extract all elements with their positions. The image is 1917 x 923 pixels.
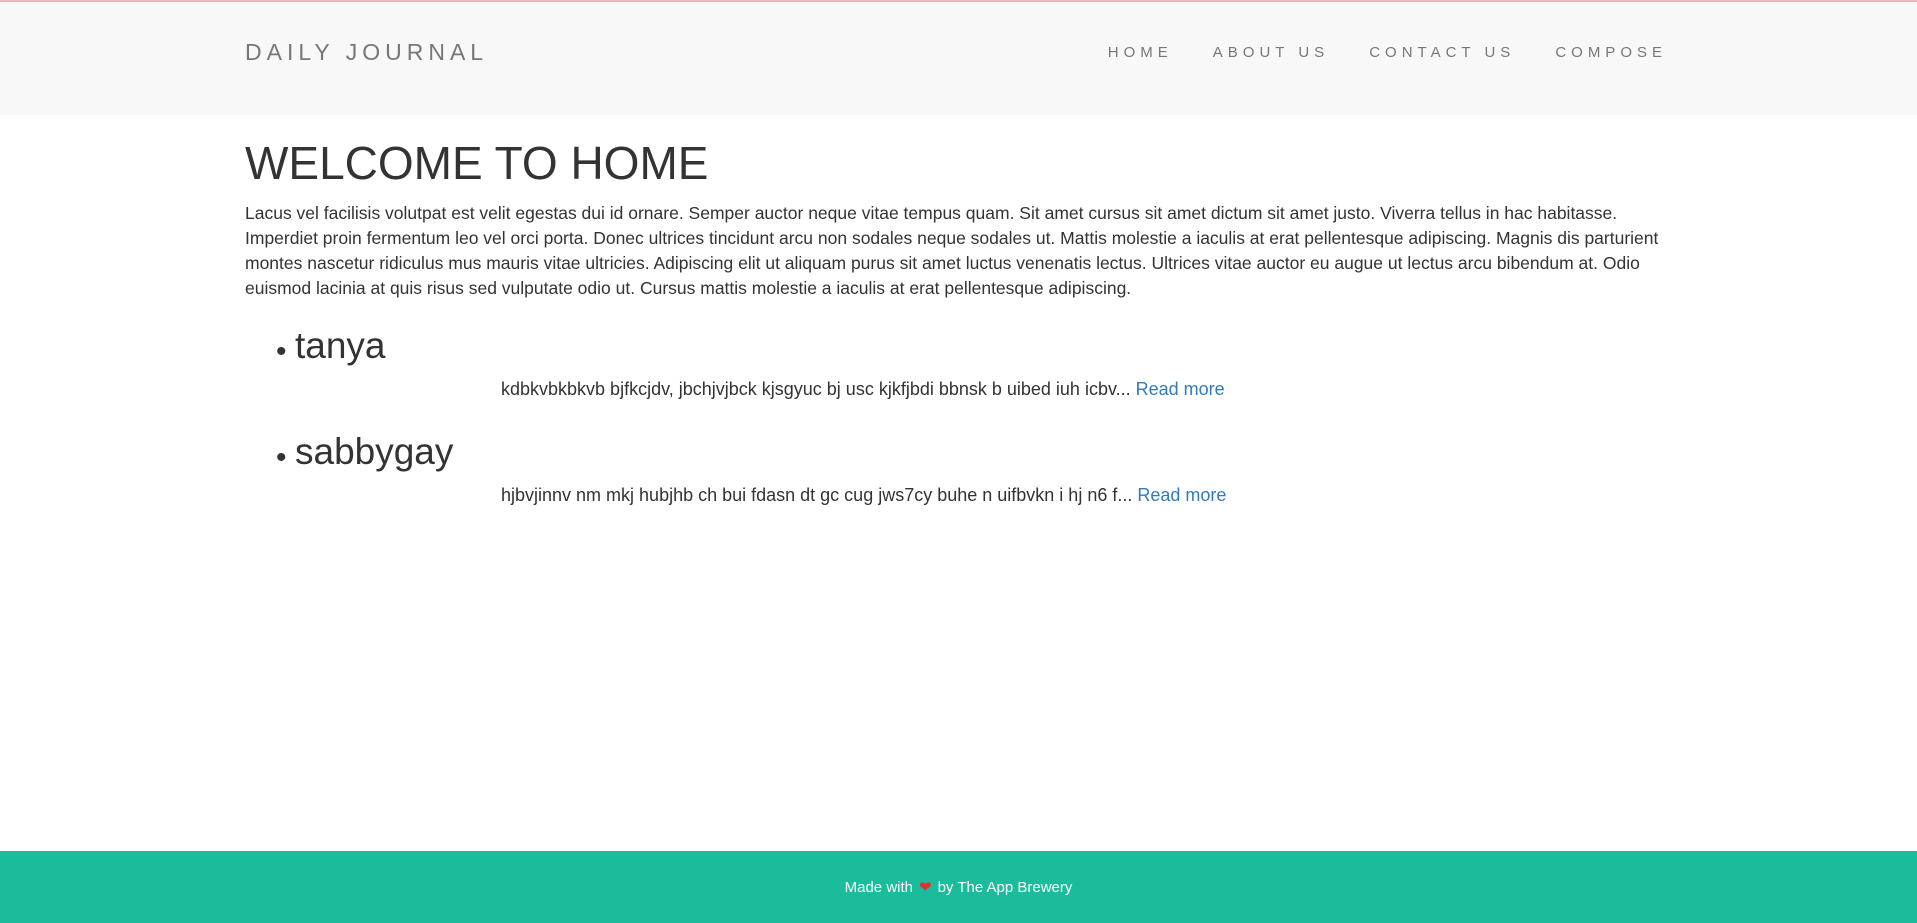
post-title: sabbygay xyxy=(295,430,454,472)
post-title: tanya xyxy=(295,324,386,366)
nav-link-contact-us[interactable]: CONTACT US xyxy=(1369,44,1515,61)
footer-by: by The App Brewery xyxy=(937,878,1073,896)
post-excerpt-text: hjbvjinnv nm mkj hubjhb ch bui fdasn dt … xyxy=(501,484,1133,505)
footer: Made with ❤ by The App Brewery xyxy=(0,851,1917,923)
read-more-link[interactable]: Read more xyxy=(1137,485,1226,505)
bullet-icon: • xyxy=(276,440,287,474)
nav-item-about: ABOUT US xyxy=(1213,44,1329,62)
post-list: • tanya kdbkvbkbkvb bjfkcjdv, jbchjvjbck… xyxy=(245,325,1670,537)
navbar: DAILY JOURNAL HOME ABOUT US CONTACT US C… xyxy=(0,2,1917,115)
post-item: • sabbygay hjbvjinnv nm mkj hubjhb ch bu… xyxy=(245,431,1670,537)
post-excerpt: kdbkvbkbkvb bjfkcjdv, jbchjvjbck kjsgyuc… xyxy=(501,377,1225,401)
post-item: • tanya kdbkvbkbkvb bjfkcjdv, jbchjvjbck… xyxy=(245,325,1670,431)
post-excerpt: hjbvjinnv nm mkj hubjhb ch bui fdasn dt … xyxy=(501,483,1226,507)
bullet-icon: • xyxy=(276,334,287,368)
nav-item-home: HOME xyxy=(1108,44,1173,62)
post-excerpt-text: kdbkvbkbkvb bjfkcjdv, jbchjvjbck kjsgyuc… xyxy=(501,378,1131,399)
read-more-link[interactable]: Read more xyxy=(1136,379,1225,399)
brand-link[interactable]: DAILY JOURNAL xyxy=(245,39,488,66)
heart-icon: ❤ xyxy=(919,879,932,896)
nav-item-compose: COMPOSE xyxy=(1555,44,1667,62)
nav-menu: HOME ABOUT US CONTACT US COMPOSE xyxy=(1068,44,1667,62)
main-content: WELCOME TO HOME Lacus vel facilisis volu… xyxy=(245,115,1670,537)
footer-made-with: Made with xyxy=(844,878,913,896)
intro-paragraph: Lacus vel facilisis volutpat est velit e… xyxy=(245,202,1659,298)
nav-link-compose[interactable]: COMPOSE xyxy=(1555,44,1667,61)
nav-item-contact: CONTACT US xyxy=(1369,44,1515,62)
page-title: WELCOME TO HOME xyxy=(245,137,709,189)
nav-link-about-us[interactable]: ABOUT US xyxy=(1213,44,1329,61)
nav-link-home[interactable]: HOME xyxy=(1108,44,1173,61)
